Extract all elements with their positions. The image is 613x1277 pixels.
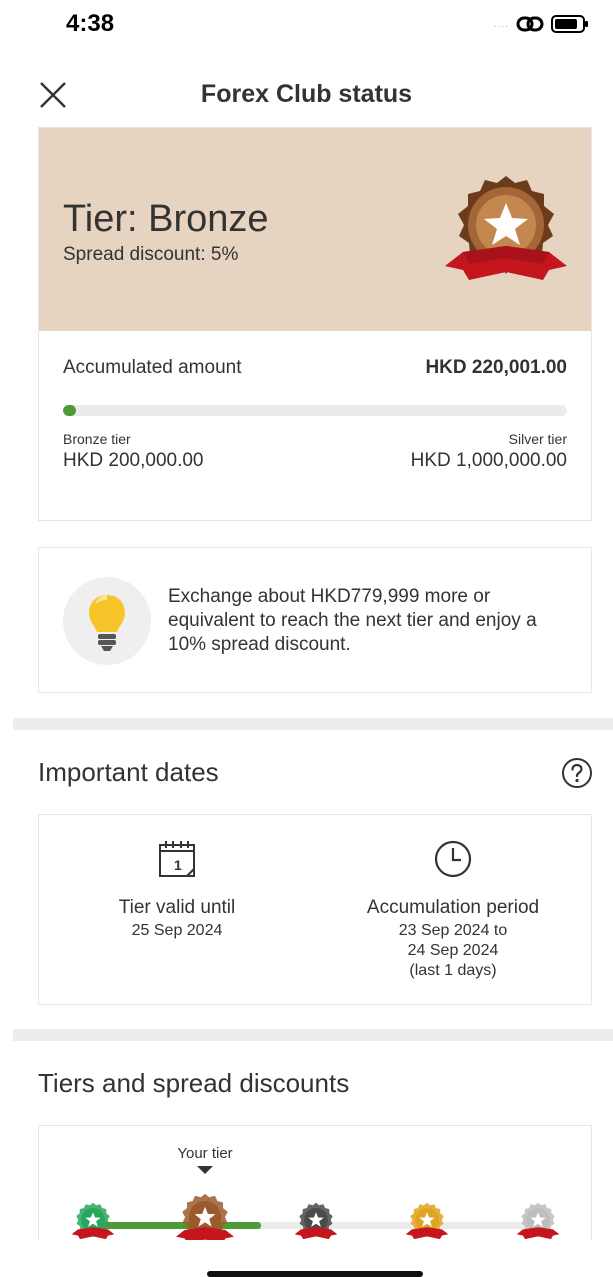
next-tier-label: Silver tier [508, 431, 567, 447]
accumulation-period-end: 24 Sep 2024 [407, 942, 499, 959]
accumulation-period-start: 23 Sep 2024 to [398, 922, 508, 939]
link-icon [516, 16, 544, 32]
tiers-title: Tiers and spread discounts [38, 1068, 350, 1098]
green-tier-badge-icon [71, 1202, 115, 1240]
gray-tier-badge-icon [294, 1202, 338, 1240]
page-title: Forex Club status [200, 80, 413, 108]
header: Forex Club status [0, 68, 613, 120]
tiers-card: Your tier [38, 1125, 592, 1240]
tier-name: Tier: Bronze [63, 198, 269, 240]
tip-text: Exchange about HKD779,999 more or equiva… [168, 586, 537, 655]
silver-tier-badge-icon [516, 1202, 560, 1240]
calendar-icon: 1 [159, 841, 195, 877]
help-button[interactable] [561, 757, 593, 789]
status-bar: 4:38 .... [0, 0, 613, 50]
tier-banner: Tier: Bronze Spread discount: 5% [39, 128, 591, 331]
tier-valid-label: Tier valid until [118, 897, 236, 918]
tier-progress-bar [63, 405, 567, 416]
home-indicator [207, 1271, 423, 1277]
gold-tier-badge-icon [405, 1202, 449, 1240]
svg-text:1: 1 [174, 857, 182, 873]
tip-icon-circle [63, 577, 151, 665]
progress-fill [63, 405, 76, 416]
status-indicators: .... [494, 14, 589, 34]
important-dates-card: 1 Tier valid until 25 Sep 2024 Accumulat… [38, 814, 592, 1005]
your-tier-label: Your tier [177, 1145, 233, 1162]
bronze-tier-badge-icon [176, 1193, 234, 1240]
accumulation-period-label: Accumulation period [366, 897, 540, 918]
section-divider [13, 1029, 613, 1041]
current-tier-threshold: HKD 200,000.00 [63, 450, 204, 471]
your-tier-arrow-icon [197, 1166, 213, 1174]
tier-status-card: Tier: Bronze Spread discount: 5% Accumul… [38, 127, 592, 521]
current-tier-label: Bronze tier [63, 431, 131, 447]
section-divider [13, 718, 613, 730]
tier-valid-date: 25 Sep 2024 [131, 922, 223, 939]
bronze-badge-icon [445, 176, 567, 280]
help-icon [562, 758, 592, 788]
accumulation-period-remaining: (last 1 days) [409, 962, 497, 979]
tier-discount: Spread discount: 5% [63, 244, 239, 265]
next-tier-tip-card: Exchange about HKD779,999 more or equiva… [38, 547, 592, 693]
status-time: 4:38 [66, 10, 115, 37]
accumulation-period-dates: 23 Sep 2024 to 24 Sep 2024 (last 1 days) [315, 921, 591, 981]
important-dates-title: Important dates [38, 757, 219, 787]
accumulated-label: Accumulated amount [63, 357, 242, 378]
lightbulb-icon [89, 595, 125, 651]
signal-icon: .... [493, 18, 509, 30]
clock-icon [434, 840, 472, 878]
battery-icon [551, 15, 588, 33]
next-tier-threshold: HKD 1,000,000.00 [410, 450, 567, 471]
accumulated-value: HKD 220,001.00 [425, 357, 567, 378]
